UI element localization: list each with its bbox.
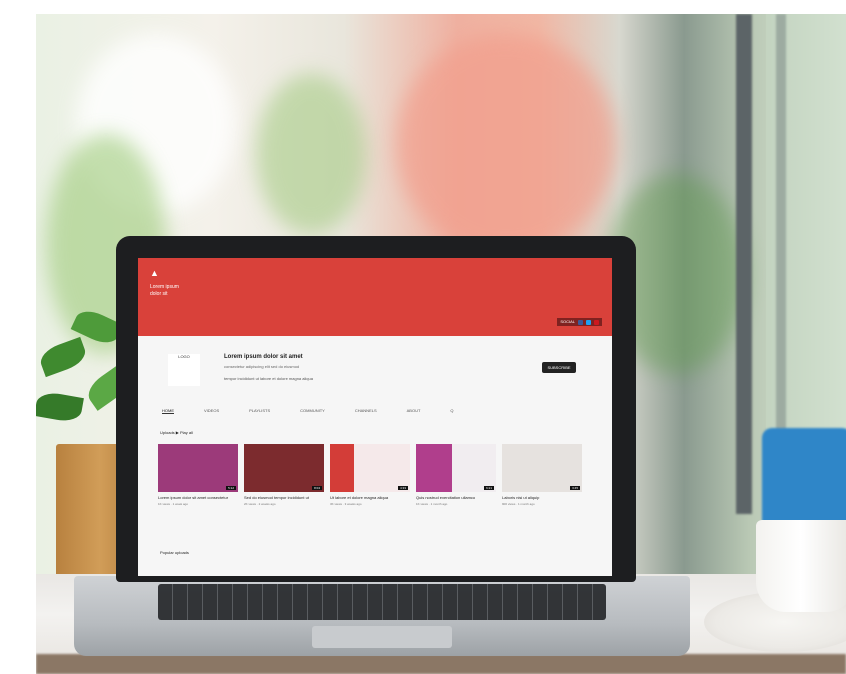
video-title[interactable]: Lorem ipsum dolor sit amet consectetur	[158, 495, 238, 500]
brand-text: Lorem ipsum dolor sit	[150, 284, 230, 298]
video-meta: 3K views · 3 weeks ago	[330, 502, 362, 506]
channel-avatar[interactable]: LOGO	[168, 354, 200, 386]
video-title[interactable]: Ut labore et dolore magna aliqua	[330, 495, 410, 500]
channel-header: LOGO Lorem ipsum dolor sit amet consecte…	[150, 350, 610, 394]
coffee-cup	[756, 520, 846, 612]
plant-leaf	[36, 336, 90, 378]
video-duration: 4:33	[398, 486, 408, 490]
tab-community[interactable]: COMMUNITY	[300, 408, 325, 414]
video-meta: 900 views · 1 month ago	[502, 502, 535, 506]
brand-line: dolor sit	[150, 291, 168, 297]
bokeh-foliage-mid	[256, 74, 366, 234]
banner-social-links[interactable]: SOCIAL	[557, 318, 602, 326]
facebook-icon[interactable]	[578, 319, 583, 325]
video-duration: 6:21	[484, 486, 494, 490]
laptop-trackpad	[312, 626, 452, 648]
laptop-screen: ▲ Lorem ipsum dolor sit SOCIAL LOGO Lore…	[138, 258, 612, 576]
laptop-lid: ▲ Lorem ipsum dolor sit SOCIAL LOGO Lore…	[116, 236, 636, 582]
laptop-keyboard	[158, 584, 606, 620]
youtube-icon[interactable]	[594, 319, 599, 325]
video-shelf: 5:12 Lorem ipsum dolor sit amet consecte…	[158, 444, 582, 506]
video-card[interactable]: 4:33 Ut labore et dolore magna aliqua 3K…	[330, 444, 410, 506]
laptop-base	[74, 576, 690, 656]
blue-chair	[762, 428, 846, 524]
plant-leaf	[36, 390, 84, 424]
channel-tabs: HOME VIDEOS PLAYLISTS COMMUNITY CHANNELS…	[162, 408, 454, 414]
subscribe-button[interactable]: SUBSCRIBE	[542, 362, 576, 373]
video-duration: 5:12	[226, 486, 236, 490]
twitter-icon[interactable]	[586, 319, 591, 325]
uploads-section-title[interactable]: Uploads ▶ Play all	[160, 430, 193, 435]
video-duration: 3:45	[570, 486, 580, 490]
video-thumbnail[interactable]: 4:33	[330, 444, 410, 492]
channel-title: Lorem ipsum dolor sit amet	[224, 354, 303, 360]
brand-logo-icon: ▲	[150, 268, 159, 278]
popular-section-title: Popular uploads	[160, 550, 189, 555]
channel-banner: ▲ Lorem ipsum dolor sit SOCIAL	[138, 258, 612, 336]
search-icon[interactable]: Q	[450, 408, 453, 414]
video-meta: 2K views · 2 weeks ago	[244, 502, 276, 506]
video-meta: 1K views · 1 week ago	[158, 502, 189, 506]
tab-channels[interactable]: CHANNELS	[355, 408, 377, 414]
video-thumbnail[interactable]: 5:12	[158, 444, 238, 492]
video-card[interactable]: 8:04 Sed do eiusmod tempor incididunt ut…	[244, 444, 324, 506]
background-scene: ▲ Lorem ipsum dolor sit SOCIAL LOGO Lore…	[36, 14, 846, 674]
video-thumbnail[interactable]: 3:45	[502, 444, 582, 492]
video-card[interactable]: 5:12 Lorem ipsum dolor sit amet consecte…	[158, 444, 238, 506]
video-meta: 1K views · 1 month ago	[416, 502, 448, 506]
video-thumbnail[interactable]: 6:21	[416, 444, 496, 492]
video-card[interactable]: 6:21 Quis nostrud exercitation ullamco 1…	[416, 444, 496, 506]
channel-subtitle: consectetur adipiscing elit sed do eiusm…	[224, 364, 300, 369]
video-title[interactable]: Quis nostrud exercitation ullamco	[416, 495, 496, 500]
channel-description: tempor incididunt ut labore et dolore ma…	[224, 376, 313, 381]
video-thumbnail[interactable]: 8:04	[244, 444, 324, 492]
video-card[interactable]: 3:45 Laboris nisi ut aliquip 900 views ·…	[502, 444, 582, 506]
window-frame	[736, 14, 752, 514]
tab-playlists[interactable]: PLAYLISTS	[249, 408, 270, 414]
video-duration: 8:04	[312, 486, 322, 490]
tab-home[interactable]: HOME	[162, 408, 174, 414]
video-title[interactable]: Laboris nisi ut aliquip	[502, 495, 582, 500]
video-title[interactable]: Sed do eiusmod tempor incididunt ut	[244, 495, 324, 500]
bokeh-pink-wall	[396, 34, 616, 254]
table-edge	[36, 654, 846, 674]
social-label: SOCIAL	[560, 319, 575, 324]
brand-line: Lorem ipsum	[150, 284, 179, 290]
tab-videos[interactable]: VIDEOS	[204, 408, 219, 414]
tab-about[interactable]: ABOUT	[407, 408, 421, 414]
